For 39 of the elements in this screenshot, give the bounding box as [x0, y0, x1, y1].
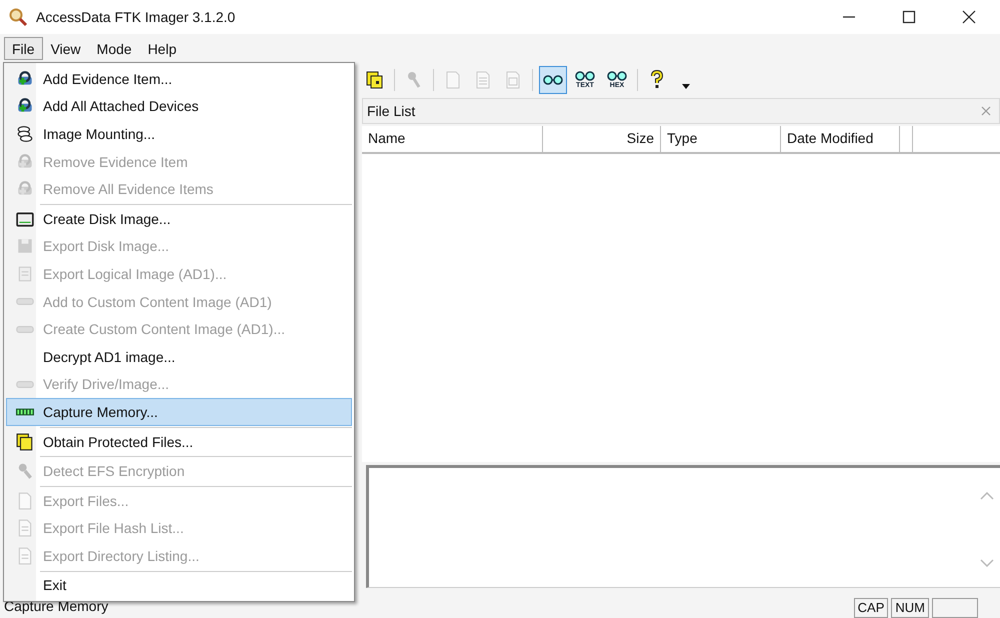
- column-header[interactable]: Date Modified: [781, 126, 900, 152]
- column-header[interactable]: Name: [362, 126, 543, 152]
- menu-title[interactable]: File: [4, 36, 43, 60]
- maximize-icon[interactable]: [902, 10, 916, 24]
- glasses-icon: [574, 70, 596, 82]
- page-icon: [16, 519, 34, 538]
- glasses-icon: [542, 74, 564, 86]
- window-title: AccessData FTK Imager 3.1.2.0: [36, 9, 236, 25]
- menu-title[interactable]: Mode: [88, 36, 140, 60]
- key-icon: [16, 462, 34, 480]
- folder-icon: [16, 432, 34, 451]
- menu-item[interactable]: Obtain Protected Files...: [6, 428, 352, 456]
- menu-item[interactable]: Add All Attached Devices: [6, 92, 352, 120]
- menu-item[interactable]: Add Evidence Item...: [6, 65, 352, 93]
- status-indicator: NUM: [891, 598, 929, 618]
- app-icon: [8, 7, 28, 27]
- view-button[interactable]: [539, 66, 567, 94]
- status-indicator: CAP: [854, 598, 888, 618]
- panel-title: File List: [367, 103, 416, 119]
- menu-item[interactable]: Image Mounting...: [6, 120, 352, 148]
- status-text: Capture Memory: [4, 598, 108, 614]
- menu-title[interactable]: View: [42, 36, 89, 60]
- column-header[interactable]: Type: [661, 126, 781, 152]
- close-icon[interactable]: [962, 10, 976, 24]
- caret-icon[interactable]: [682, 84, 690, 88]
- menu-title[interactable]: Help: [140, 36, 184, 60]
- column-header[interactable]: Size: [543, 126, 661, 152]
- page-icon: [16, 492, 34, 510]
- floppy-icon: [16, 237, 34, 256]
- menu-item[interactable]: Decrypt AD1 image...: [6, 342, 352, 371]
- menu-item[interactable]: Exit: [6, 572, 352, 600]
- document-icon: [16, 264, 34, 283]
- page-icon: [16, 546, 34, 565]
- menu-item[interactable]: Create Disk Image...: [6, 204, 352, 233]
- status-panel: [932, 598, 978, 618]
- menu-item[interactable]: Capture Memory...: [6, 398, 352, 426]
- stack-icon: [16, 124, 34, 143]
- glasses-icon: [606, 70, 628, 82]
- folder-icon: [365, 70, 385, 90]
